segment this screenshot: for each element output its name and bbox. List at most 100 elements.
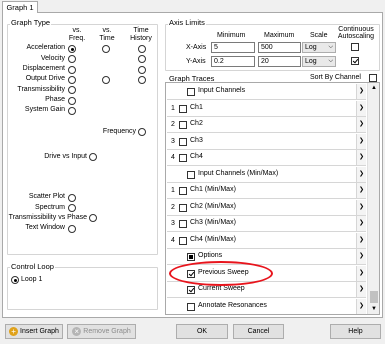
y-axis-label: Y-Axis <box>186 58 206 65</box>
drive-vs-input-radio[interactable] <box>89 153 97 161</box>
displacement-label: Displacement <box>22 65 65 72</box>
graph-traces-list[interactable]: Input Channels ❯ 1 Ch1 ❯ 2 Ch2 ❯ 3 Ch3 ❯ 4 Ch4 ❯ Input… <box>165 82 380 315</box>
trace-row[interactable]: 2 Ch2 (Min/Max) ❯ <box>167 199 366 216</box>
trace-label: Previous Sweep <box>198 268 249 276</box>
trace-row[interactable]: 1 Ch1 (Min/Max) ❯ <box>167 183 366 199</box>
trace-row[interactable]: 3 Ch3 ❯ <box>167 133 366 150</box>
trace-row[interactable]: Options ❯ <box>167 249 366 265</box>
chevron-right-icon[interactable]: ❯ <box>356 232 366 248</box>
velocity-vs-freq-radio[interactable] <box>68 55 76 63</box>
chevron-right-icon[interactable]: ❯ <box>356 282 366 297</box>
sort-by-channel-checkbox[interactable] <box>369 74 377 82</box>
transmissibility-vs-freq-radio[interactable] <box>68 86 76 94</box>
drive-vs-input-label: Drive vs Input <box>44 153 87 160</box>
trace-label: Input Channels (Min/Max) <box>198 169 279 177</box>
scroll-down-arrow-icon[interactable]: ▼ <box>368 304 379 314</box>
remove-graph-button[interactable]: × Remove Graph <box>67 324 136 339</box>
y-max-field[interactable]: 20 <box>258 56 301 67</box>
partial-check-mark <box>189 255 193 259</box>
chevron-right-icon[interactable]: ❯ <box>356 133 366 149</box>
trace-label: Ch4 <box>190 153 203 160</box>
chevron-right-icon[interactable]: ❯ <box>356 84 366 99</box>
trace-row-number: 1 <box>171 104 175 112</box>
y-scale-select[interactable]: Log ⌵ <box>302 56 336 67</box>
trace-checkbox[interactable] <box>179 154 187 162</box>
system-gain-vs-freq-radio[interactable] <box>68 107 76 115</box>
control-loop-group <box>7 267 158 310</box>
x-max-field[interactable]: 500 <box>258 42 301 53</box>
trace-checkbox[interactable] <box>179 236 187 245</box>
trace-label: Ch2 (Min/Max) <box>190 202 236 210</box>
help-button[interactable]: Help <box>330 324 381 339</box>
trace-checkbox[interactable] <box>187 253 195 261</box>
trace-row[interactable]: Current Sweep ❯ <box>167 282 366 298</box>
sort-by-channel-label: Sort By Channel <box>310 74 361 81</box>
loop-1-radio[interactable] <box>11 276 19 284</box>
output-drive-vs-freq-radio[interactable] <box>68 76 76 84</box>
tab-graph-1[interactable]: Graph 1 <box>2 1 38 13</box>
trace-checkbox[interactable] <box>187 286 195 294</box>
trace-checkbox[interactable] <box>187 88 195 96</box>
trace-row[interactable]: Annotate Resonances ❯ <box>167 298 366 314</box>
x-scale-select[interactable]: Log ⌵ <box>302 42 336 53</box>
chevron-right-icon[interactable]: ❯ <box>356 100 366 116</box>
col-scale: Scale <box>310 32 328 39</box>
trace-label: Ch4 (Min/Max) <box>190 235 236 243</box>
trace-checkbox[interactable] <box>187 302 195 311</box>
trace-checkbox[interactable] <box>179 220 187 228</box>
ok-button[interactable]: OK <box>176 324 228 339</box>
trace-row-number: 2 <box>171 203 175 211</box>
cancel-button[interactable]: Cancel <box>233 324 284 339</box>
trace-label: Ch1 (Min/Max) <box>190 186 236 193</box>
insert-graph-button[interactable]: + Insert Graph <box>5 324 63 339</box>
trace-checkbox[interactable] <box>179 121 187 129</box>
frequency-label: Frequency <box>102 128 136 135</box>
acceleration-time-history-radio[interactable] <box>138 45 146 53</box>
displacement-time-history-radio[interactable] <box>138 66 146 74</box>
x-continuous-autoscaling-checkbox[interactable] <box>351 43 359 51</box>
acceleration-vs-time-radio[interactable] <box>102 45 110 53</box>
chevron-right-icon[interactable]: ❯ <box>356 298 366 314</box>
acceleration-vs-freq-radio[interactable] <box>68 45 76 53</box>
trace-checkbox[interactable] <box>179 187 187 195</box>
output-drive-vs-time-radio[interactable] <box>102 76 110 84</box>
chevron-right-icon[interactable]: ❯ <box>356 166 366 182</box>
trace-row[interactable]: Input Channels ❯ <box>167 84 366 100</box>
scatter-plot-radio[interactable] <box>68 194 76 202</box>
chevron-right-icon[interactable]: ❯ <box>356 117 366 132</box>
text-window-radio[interactable] <box>68 225 76 233</box>
traces-scrollbar[interactable]: ▲ ▼ <box>367 83 379 314</box>
trace-checkbox[interactable] <box>187 170 195 179</box>
trace-row[interactable]: 3 Ch3 (Min/Max) ❯ <box>167 216 366 232</box>
trace-checkbox[interactable] <box>187 269 195 278</box>
y-min-field[interactable]: 0.2 <box>211 56 255 67</box>
phase-vs-freq-radio[interactable] <box>68 97 76 105</box>
trace-row-number: 4 <box>171 236 175 244</box>
chevron-right-icon[interactable]: ❯ <box>356 150 366 165</box>
frequency-radio[interactable] <box>138 128 146 136</box>
chevron-right-icon[interactable]: ❯ <box>356 216 366 231</box>
trace-row[interactable]: 4 Ch4 ❯ <box>167 150 366 166</box>
velocity-time-history-radio[interactable] <box>138 55 146 63</box>
scroll-thumb[interactable] <box>370 291 378 303</box>
chevron-right-icon[interactable]: ❯ <box>356 199 366 215</box>
trace-checkbox[interactable] <box>179 203 187 212</box>
displacement-vs-freq-radio[interactable] <box>68 66 76 74</box>
chevron-right-icon[interactable]: ❯ <box>356 249 366 264</box>
trace-row[interactable]: Previous Sweep ❯ <box>167 265 366 282</box>
y-continuous-autoscaling-checkbox[interactable] <box>351 57 359 65</box>
trace-checkbox[interactable] <box>179 137 187 146</box>
trace-row-number: 2 <box>171 121 175 128</box>
trace-row[interactable]: 2 Ch2 ❯ <box>167 117 366 133</box>
spectrum-radio[interactable] <box>68 204 76 212</box>
scroll-up-arrow-icon[interactable]: ▲ <box>368 83 379 93</box>
trace-row[interactable]: 4 Ch4 (Min/Max) ❯ <box>167 232 366 249</box>
x-min-field[interactable]: 5 <box>211 42 255 53</box>
trace-checkbox[interactable] <box>179 104 187 113</box>
output-drive-time-history-radio[interactable] <box>138 76 146 84</box>
trace-row[interactable]: 1 Ch1 ❯ <box>167 100 366 117</box>
trace-row[interactable]: Input Channels (Min/Max) ❯ <box>167 166 366 183</box>
chevron-right-icon[interactable]: ❯ <box>356 265 366 281</box>
transmissibility-vs-phase-radio[interactable] <box>89 214 97 222</box>
chevron-right-icon[interactable]: ❯ <box>356 183 366 198</box>
